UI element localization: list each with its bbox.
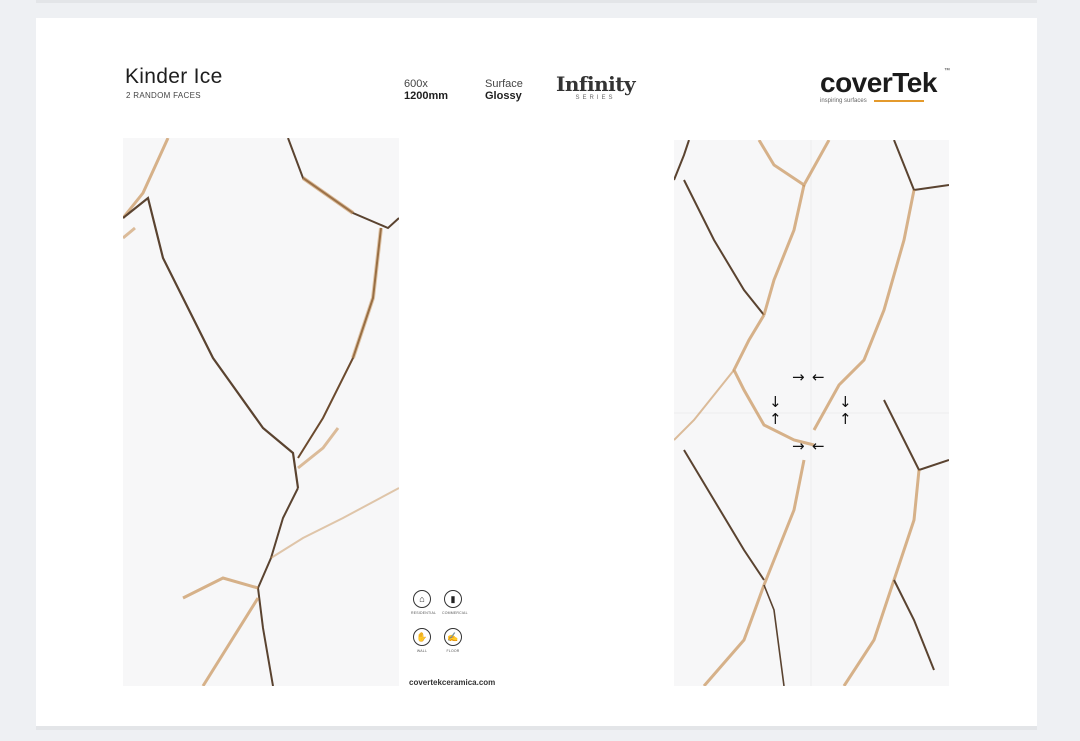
arrow-left-icon: ← — [812, 368, 825, 386]
brand-logo: coverTek ™ inspiring surfaces — [820, 67, 950, 105]
brand-accent-bar — [874, 100, 924, 102]
usage-commercial: ▮ COMMERCIAL — [442, 590, 468, 615]
size-value: 1200mm — [404, 90, 449, 102]
commercial-icon: ▮ — [444, 590, 462, 608]
size-label: 600x — [404, 78, 428, 90]
surface-value: Glossy — [485, 90, 522, 102]
bottom-border — [36, 726, 1037, 730]
series-name: Infinity — [556, 72, 636, 96]
arrow-right-icon: → — [792, 368, 805, 386]
tile-single-face — [123, 138, 399, 686]
tile-layout-preview — [674, 140, 949, 686]
arrow-right-icon-bottom: → — [792, 437, 805, 455]
floor-icon: ✍ — [444, 628, 462, 646]
trademark-mark: ™ — [944, 68, 950, 74]
usage-floor: ✍ FLOOR — [442, 628, 464, 653]
residential-icon: ⌂ — [413, 590, 431, 608]
surface-label: Surface — [485, 78, 523, 90]
floor-caption: FLOOR — [446, 649, 460, 653]
wall-caption: WALL — [416, 649, 428, 653]
size-spec: 600x 1200mm — [404, 78, 448, 102]
surface-spec: Surface Glossy — [485, 78, 523, 102]
commercial-caption: COMMERCIAL — [442, 611, 468, 615]
series-logo: Infinity SERIES — [556, 72, 636, 101]
arrow-down-icon: ↓ — [769, 393, 782, 411]
usage-wall: ✋ WALL — [411, 628, 433, 653]
residential-caption: RESIDENTIAL — [411, 611, 437, 615]
website-link[interactable]: covertekceramica.com — [409, 678, 495, 687]
top-border — [36, 0, 1037, 3]
product-faces: 2 RANDOM FACES — [126, 91, 201, 100]
arrow-down-icon-right: ↓ — [839, 393, 852, 411]
marble-layout-texture — [674, 140, 949, 686]
brand-tagline: inspiring surfaces — [820, 98, 867, 104]
arrow-up-icon: ↑ — [769, 410, 782, 428]
product-title: Kinder Ice — [125, 65, 223, 88]
usage-residential: ⌂ RESIDENTIAL — [411, 590, 437, 615]
arrow-up-icon-right: ↑ — [839, 410, 852, 428]
wall-icon: ✋ — [413, 628, 431, 646]
brand-name: coverTek — [820, 67, 937, 98]
catalog-page: Kinder Ice 2 RANDOM FACES 600x 1200mm Su… — [36, 18, 1037, 726]
arrow-left-icon-bottom: ← — [812, 437, 825, 455]
marble-texture — [123, 138, 399, 686]
